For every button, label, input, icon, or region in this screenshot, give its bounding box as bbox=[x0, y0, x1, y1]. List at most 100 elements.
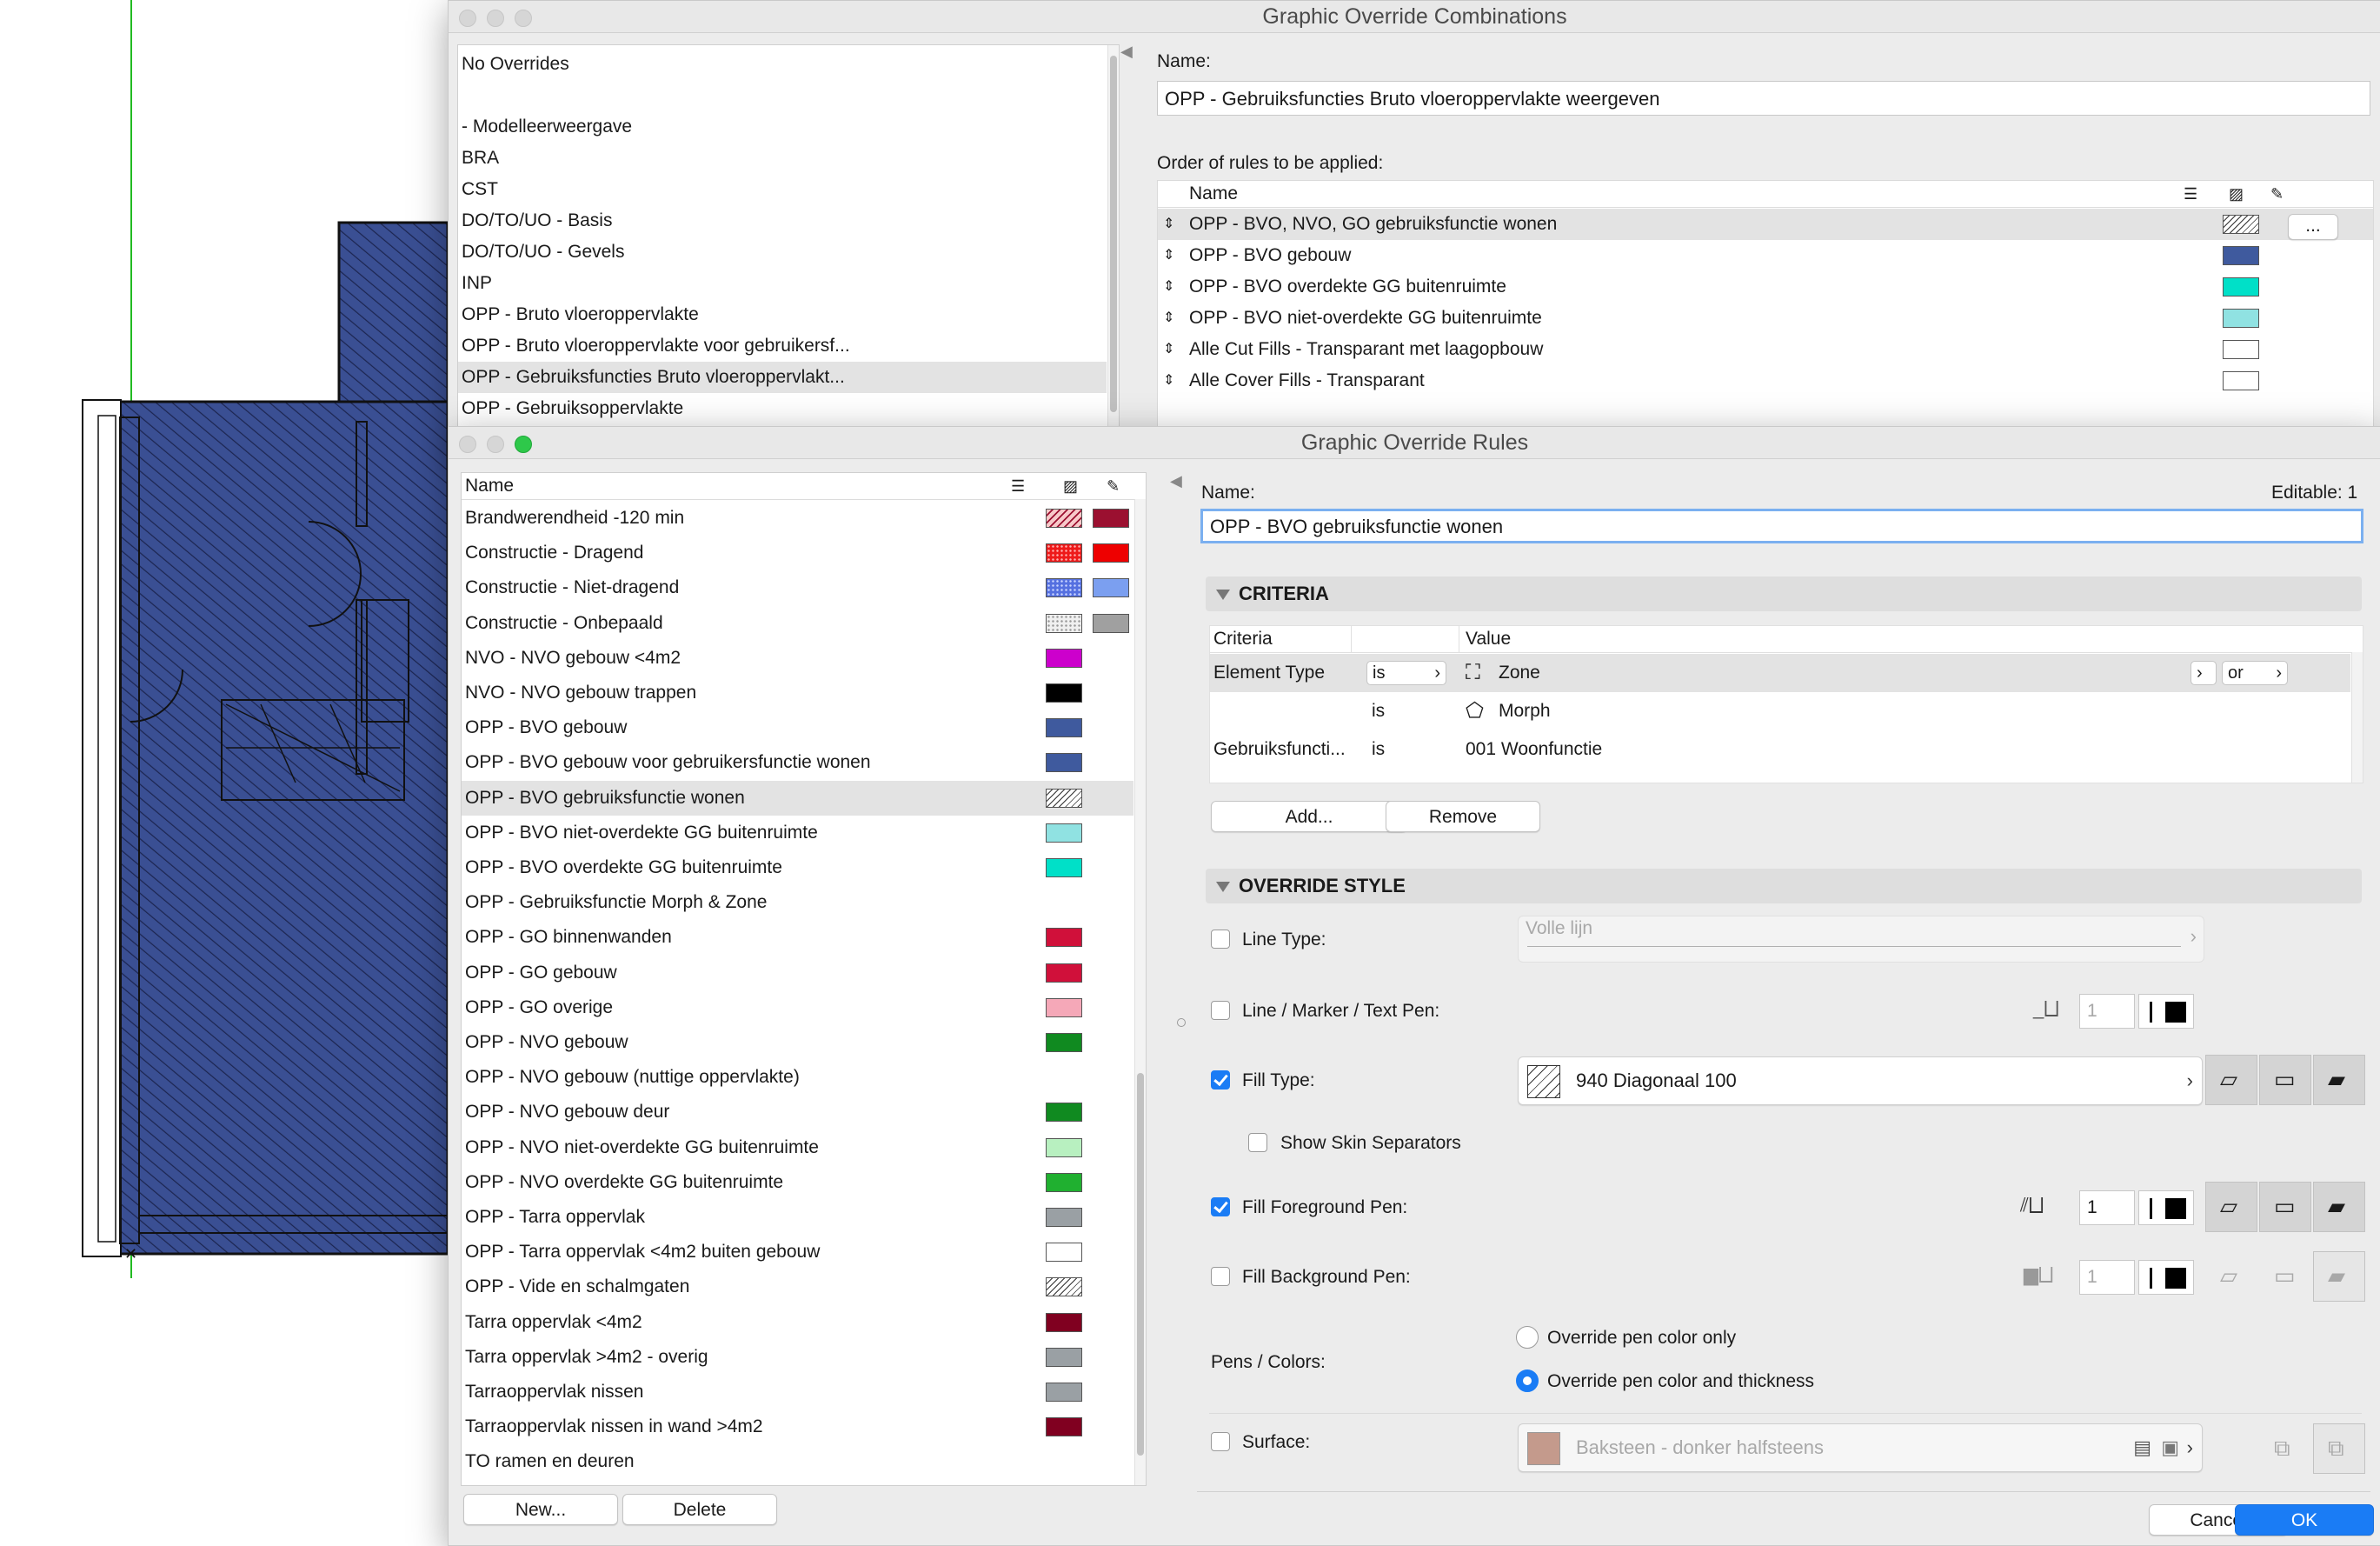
rule-list-item[interactable]: OPP - Tarra oppervlak <4m2 buiten gebouw bbox=[462, 1235, 1133, 1269]
fill-background-pen-checkbox[interactable] bbox=[1211, 1267, 1230, 1286]
combination-list-item[interactable]: No Overrides bbox=[458, 49, 1107, 80]
line-pen-number[interactable]: 1 bbox=[2079, 994, 2135, 1029]
combination-list-item[interactable]: - Modelleerweergave bbox=[458, 111, 1107, 143]
cut-fills-toggle-icon[interactable]: ▱ bbox=[2205, 1055, 2257, 1105]
drag-handle-icon[interactable]: ⇕ bbox=[1163, 303, 1174, 334]
fill-type-popup[interactable]: 940 Diagonaal 100 › bbox=[1518, 1056, 2203, 1105]
combination-list-item[interactable]: INP bbox=[458, 268, 1107, 299]
line-type-checkbox[interactable] bbox=[1211, 930, 1230, 949]
rule-list-item[interactable]: NVO - NVO gebouw trappen bbox=[462, 676, 1133, 710]
combinations-scrollbar[interactable] bbox=[1107, 45, 1119, 428]
line-type-popup[interactable]: Volle lijn › bbox=[1518, 916, 2204, 963]
fg-drafting-fills-toggle-icon[interactable]: ▰ bbox=[2313, 1182, 2365, 1232]
criteria-scrollbar[interactable] bbox=[2351, 652, 2363, 783]
value-chevron-button[interactable]: › bbox=[2191, 661, 2217, 685]
combination-list-item[interactable]: DO/TO/UO - Basis bbox=[458, 205, 1107, 237]
rule-list-item[interactable]: OPP - GO gebouw bbox=[462, 956, 1133, 990]
order-rule-row[interactable]: ⇕ OPP - BVO gebouw bbox=[1158, 240, 2373, 271]
rules-scroll-thumb[interactable] bbox=[1137, 1073, 1144, 1456]
rule-list-item[interactable]: TO ramen en deuren bbox=[462, 1444, 1133, 1479]
override-color-thickness-radio[interactable] bbox=[1516, 1369, 1539, 1392]
delete-rule-button[interactable]: Delete bbox=[622, 1494, 777, 1525]
ok-button[interactable]: OK bbox=[2235, 1504, 2374, 1536]
drag-handle-icon[interactable]: ⇕ bbox=[1163, 271, 1174, 303]
drag-handle-icon[interactable]: ⇕ bbox=[1163, 334, 1174, 365]
floor-plan-view[interactable]: ✕ bbox=[0, 0, 448, 1544]
surface-option-icon-2[interactable]: ⧉ bbox=[2313, 1423, 2365, 1474]
combination-list-item[interactable]: OPP - Bruto vloeroppervlakte bbox=[458, 299, 1107, 330]
rule-list-item[interactable]: NVO - NVO gebouw <4m2 bbox=[462, 641, 1133, 676]
skin-separators-checkbox[interactable] bbox=[1248, 1133, 1267, 1152]
drag-handle-icon[interactable]: ⇕ bbox=[1163, 365, 1174, 396]
bg-cover-fills-toggle-icon[interactable]: ▭ bbox=[2259, 1251, 2311, 1302]
drag-handle-icon[interactable]: ⇕ bbox=[1163, 209, 1174, 240]
line-pen-checkbox[interactable] bbox=[1211, 1001, 1230, 1020]
surface-option-icon-1[interactable]: ⧉ bbox=[2259, 1423, 2311, 1474]
splitter-handle[interactable] bbox=[1177, 1018, 1186, 1027]
rule-list-item[interactable]: OPP - BVO gebouw bbox=[462, 710, 1133, 745]
rule-list-item[interactable]: Constructie - Niet-dragend bbox=[462, 570, 1133, 605]
order-more-button[interactable]: ... bbox=[2288, 214, 2338, 240]
combination-name-input[interactable]: OPP - Gebruiksfuncties Bruto vloeropperv… bbox=[1157, 81, 2370, 116]
rule-list-item[interactable]: OPP - NVO gebouw bbox=[462, 1025, 1133, 1060]
logic-popup[interactable]: or › bbox=[2222, 661, 2288, 685]
fill-background-pen-number[interactable]: 1 bbox=[2079, 1260, 2135, 1295]
rule-list-item[interactable]: OPP - BVO gebouw voor gebruikersfunctie … bbox=[462, 745, 1133, 780]
cover-fills-toggle-icon[interactable]: ▭ bbox=[2259, 1055, 2311, 1105]
line-pen-color[interactable] bbox=[2138, 994, 2194, 1029]
rules-list[interactable]: Name ☰ ▨ ✎ Brandwerendheid -120 min Const… bbox=[461, 472, 1147, 1486]
rule-list-item[interactable]: OPP - GO overige bbox=[462, 990, 1133, 1025]
order-rule-row[interactable]: ⇕ OPP - BVO niet-overdekte GG buitenruimt… bbox=[1158, 303, 2373, 334]
override-style-section-header[interactable]: OVERRIDE STYLE bbox=[1206, 869, 2362, 903]
rule-list-item[interactable]: OPP - NVO gebouw (nuttige oppervlakte) bbox=[462, 1060, 1133, 1095]
fill-foreground-pen-color[interactable] bbox=[2138, 1190, 2194, 1225]
combination-list-item[interactable]: OPP - Bruto vloeroppervlakte voor gebrui… bbox=[458, 330, 1107, 362]
new-rule-button[interactable]: New... bbox=[463, 1494, 618, 1525]
rule-name-input[interactable]: OPP - BVO gebruiksfunctie wonen bbox=[1200, 509, 2363, 543]
rule-list-item[interactable]: OPP - BVO overdekte GG buitenruimte bbox=[462, 850, 1133, 885]
combination-list-item[interactable]: DO/TO/UO - Gevels bbox=[458, 237, 1107, 268]
rule-list-item[interactable]: OPP - NVO overdekte GG buitenruimte bbox=[462, 1165, 1133, 1200]
rule-list-item[interactable]: OPP - GO binnenwanden bbox=[462, 920, 1133, 955]
rules-scrollbar[interactable] bbox=[1134, 499, 1146, 1485]
rule-list-item[interactable]: Brandwerendheid -120 min bbox=[462, 501, 1133, 536]
rule-list-item[interactable]: OPP - Vide en schalmgaten bbox=[462, 1269, 1133, 1304]
order-rule-row[interactable]: ⇕ Alle Cover Fills - Transparant bbox=[1158, 365, 2373, 396]
add-criteria-button[interactable]: Add... › bbox=[1211, 801, 1407, 832]
combination-list-item[interactable]: CST bbox=[458, 174, 1107, 205]
combination-list-item[interactable]: BRA bbox=[458, 143, 1107, 174]
drafting-fills-toggle-icon[interactable]: ▰ bbox=[2313, 1055, 2365, 1105]
combinations-scroll-thumb[interactable] bbox=[1110, 56, 1117, 412]
combination-list-item[interactable]: OPP - Gebruiksoppervlakte bbox=[458, 393, 1107, 424]
rule-list-item[interactable]: Tarraoppervlak nissen bbox=[462, 1375, 1133, 1409]
combination-list-item[interactable]: OPP - Gebruiksfuncties Bruto vloeropperv… bbox=[458, 362, 1107, 393]
splitter-arrow-icon[interactable]: ◀ bbox=[1170, 472, 1182, 490]
override-color-only-radio[interactable] bbox=[1516, 1326, 1539, 1349]
fill-foreground-pen-checkbox[interactable] bbox=[1211, 1197, 1230, 1216]
rule-list-item[interactable]: OPP - NVO gebouw deur bbox=[462, 1095, 1133, 1130]
remove-criteria-button[interactable]: Remove bbox=[1386, 801, 1540, 832]
rule-list-item[interactable]: OPP - BVO niet-overdekte GG buitenruimte bbox=[462, 816, 1133, 850]
order-rule-row[interactable]: ⇕ OPP - BVO overdekte GG buitenruimte bbox=[1158, 271, 2373, 303]
rule-list-item[interactable]: Tarra oppervlak <4m2 bbox=[462, 1305, 1133, 1340]
order-of-rules-list[interactable]: Name ☰ ▨ ✎ ⇕ OPP - BVO, NVO, GO gebruiksf… bbox=[1157, 180, 2374, 443]
fg-cut-fills-toggle-icon[interactable]: ▱ bbox=[2205, 1182, 2257, 1232]
drag-handle-icon[interactable]: ⇕ bbox=[1163, 240, 1174, 271]
bg-cut-fills-toggle-icon[interactable]: ▱ bbox=[2205, 1251, 2257, 1302]
surface-checkbox[interactable] bbox=[1211, 1432, 1230, 1451]
rule-list-item[interactable]: OPP - Tarra oppervlak bbox=[462, 1200, 1133, 1235]
order-rule-row[interactable]: ⇕ Alle Cut Fills - Transparant met laagop… bbox=[1158, 334, 2373, 365]
rule-list-item[interactable]: OPP - BVO gebruiksfunctie wonen bbox=[462, 780, 1133, 816]
fill-type-checkbox[interactable] bbox=[1211, 1070, 1230, 1090]
combination-list-item[interactable] bbox=[458, 80, 1107, 111]
bg-drafting-fills-toggle-icon[interactable]: ▰ bbox=[2313, 1251, 2365, 1302]
criteria-row[interactable]: Gebruiksfuncti... is 001 Woonfunctie bbox=[1210, 730, 2350, 769]
splitter-arrow-icon[interactable]: ◀ bbox=[1120, 43, 1133, 61]
combinations-list[interactable]: No Overrides - Modelleerweergave BRA CST DO/… bbox=[457, 44, 1120, 429]
criteria-row[interactable]: is ⬠ Morph bbox=[1210, 692, 2350, 730]
criteria-row[interactable]: Element Type is › ⛶ Zone › or › bbox=[1210, 654, 2350, 692]
rule-list-item[interactable]: Constructie - Dragend bbox=[462, 536, 1133, 570]
rule-list-item[interactable]: Tarra oppervlak >4m2 - overig bbox=[462, 1340, 1133, 1375]
fg-cover-fills-toggle-icon[interactable]: ▭ bbox=[2259, 1182, 2311, 1232]
order-rule-row[interactable]: ⇕ OPP - BVO, NVO, GO gebruiksfunctie wone… bbox=[1158, 209, 2373, 240]
